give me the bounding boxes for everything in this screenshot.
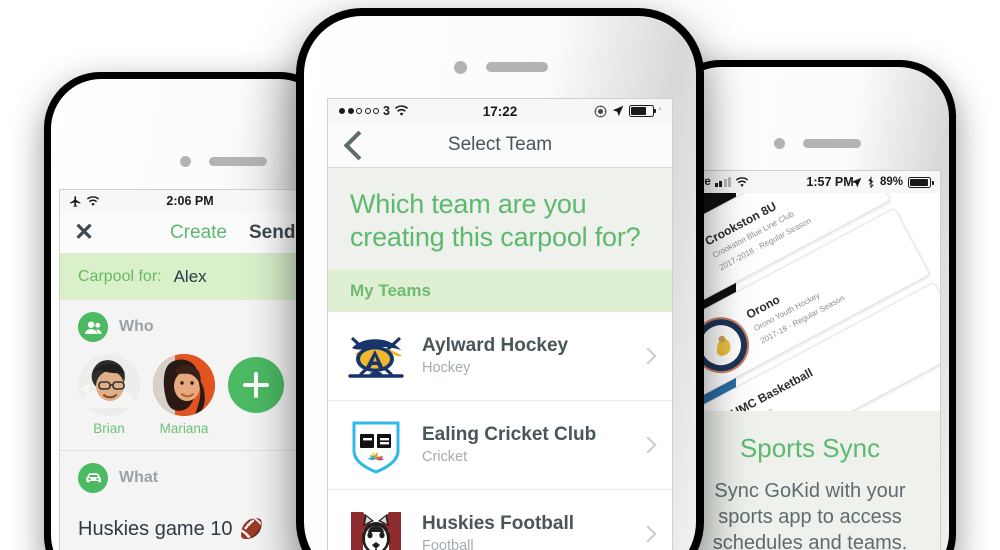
sports-sync-title: Sports Sync xyxy=(739,433,881,463)
team-row-huskies-football[interactable]: Huskies Football Football xyxy=(328,489,672,550)
right-phone-speaker xyxy=(803,139,861,148)
sports-sync-line1: Sync GoKid with your xyxy=(714,480,906,502)
center-status-carrier: 3 xyxy=(383,104,390,118)
team-sport: Hockey xyxy=(422,360,471,377)
battery-icon xyxy=(628,105,657,117)
person-name: Mariana xyxy=(159,421,209,436)
left-status-bar: 2:06 PM xyxy=(60,190,320,212)
signal-dots-icon xyxy=(339,108,379,114)
screenshot-stage: 2:06 PM ✕ Create Send I Carpool for: Ale… xyxy=(0,0,1000,550)
aylward-hockey-logo xyxy=(346,326,406,386)
car-icon xyxy=(78,463,108,493)
close-icon[interactable]: ✕ xyxy=(74,220,94,245)
wifi-icon xyxy=(86,195,100,206)
hero-question: Which team are you creating this carpool… xyxy=(328,168,672,270)
team-row-ealing-cricket-club[interactable]: Ealing Cricket Club Cricket xyxy=(328,400,672,490)
location-arrow-icon xyxy=(612,105,624,117)
person-mariana[interactable]: Mariana xyxy=(153,354,215,436)
right-phone-device: tore 1:57 PM xyxy=(664,60,956,550)
sports-sync-line3: schedules and teams. xyxy=(712,532,908,550)
who-section: Who Brian Mariana xyxy=(60,300,320,451)
back-chevron-icon[interactable] xyxy=(343,130,374,160)
bluetooth-icon xyxy=(868,176,874,188)
chevron-right-icon xyxy=(639,347,657,365)
center-nav-bar: Select Team xyxy=(328,123,672,168)
team-row-aylward-hockey[interactable]: Aylward Hockey Hockey xyxy=(328,311,672,401)
rotated-team-cards: Spo ON TEAM Crookston 8U Crookston xyxy=(680,193,940,411)
hero-line-1: Which team are you xyxy=(350,189,587,219)
avatar xyxy=(153,354,215,416)
football-emoji: 🏈 xyxy=(239,519,264,540)
battery-icon xyxy=(908,176,934,188)
team-sport: Football xyxy=(422,538,474,550)
carpool-for-row[interactable]: Carpool for: Alex xyxy=(60,254,320,300)
person-brian[interactable]: Brian xyxy=(78,354,140,436)
avatar xyxy=(78,354,140,416)
left-phone-speaker xyxy=(209,157,267,166)
center-phone-device: 3 17:22 ' Select Team Which team are you… xyxy=(296,8,704,550)
team-info: Ealing Cricket Club Cricket xyxy=(422,424,626,465)
who-people-list: Brian Mariana xyxy=(78,354,302,436)
chevron-right-icon xyxy=(639,436,657,454)
wifi-icon xyxy=(394,105,409,116)
battery-tip: ' xyxy=(658,106,661,116)
people-icon xyxy=(78,312,108,342)
sports-sync-panel: Sports Sync Sync GoKid with your sports … xyxy=(680,411,940,550)
right-phone-camera xyxy=(774,138,785,149)
sports-sync-line2: sports app to access xyxy=(718,506,902,528)
left-phone-screen: 2:06 PM ✕ Create Send I Carpool for: Ale… xyxy=(59,189,321,550)
team-info: Huskies Football Football xyxy=(422,513,626,550)
left-phone-device: 2:06 PM ✕ Create Send I Carpool for: Ale… xyxy=(44,72,336,550)
team-sport: Cricket xyxy=(422,449,468,466)
team-info: Aylward Hockey Hockey xyxy=(422,335,626,376)
what-section: What Huskies game 10 🏈 xyxy=(60,451,320,550)
person-name: Brian xyxy=(93,421,125,436)
carpool-for-label: Carpool for: xyxy=(78,268,162,285)
team-name: Aylward Hockey xyxy=(422,335,569,357)
center-phone-speaker xyxy=(486,62,548,72)
what-title: What xyxy=(119,469,159,486)
what-header: What xyxy=(78,463,302,493)
add-person-button[interactable] xyxy=(228,357,284,413)
team-name: Ealing Cricket Club xyxy=(422,424,597,446)
what-value-row[interactable]: Huskies game 10 🏈 xyxy=(78,517,302,541)
what-value: Huskies game 10 xyxy=(78,517,233,540)
airplane-icon xyxy=(70,195,81,207)
create-button[interactable]: Create xyxy=(170,222,227,244)
center-phone-screen: 3 17:22 ' Select Team Which team are you… xyxy=(327,98,673,550)
huskies-football-logo xyxy=(346,504,406,550)
hero-line-2: creating this carpool for? xyxy=(350,221,641,252)
battery-percent-label: 89% xyxy=(879,176,903,188)
location-arrow-icon xyxy=(851,177,862,187)
carpool-for-value: Alex xyxy=(173,267,207,286)
center-phone-camera xyxy=(454,61,467,74)
who-header: Who xyxy=(78,312,302,342)
plus-icon xyxy=(243,383,269,387)
right-status-bar: tore 1:57 PM xyxy=(680,171,940,193)
my-teams-section-header: My Teams xyxy=(328,269,672,312)
right-phone-screen: tore 1:57 PM xyxy=(679,170,941,550)
chevron-right-icon xyxy=(639,525,657,543)
who-title: Who xyxy=(119,318,154,335)
page-title: Select Team xyxy=(447,134,553,155)
center-status-bar: 3 17:22 ' xyxy=(328,99,672,123)
team-name: Huskies Football xyxy=(422,513,575,535)
sportsengine-logo xyxy=(346,415,406,475)
left-phone-camera xyxy=(180,156,191,167)
sports-app-screenshot: Spo ON TEAM Crookston 8U Crookston xyxy=(680,193,940,411)
left-nav-bar: ✕ Create Send I xyxy=(60,212,320,254)
wifi-icon xyxy=(736,176,749,187)
alarm-icon xyxy=(594,105,607,117)
signal-bars-icon xyxy=(714,177,732,187)
